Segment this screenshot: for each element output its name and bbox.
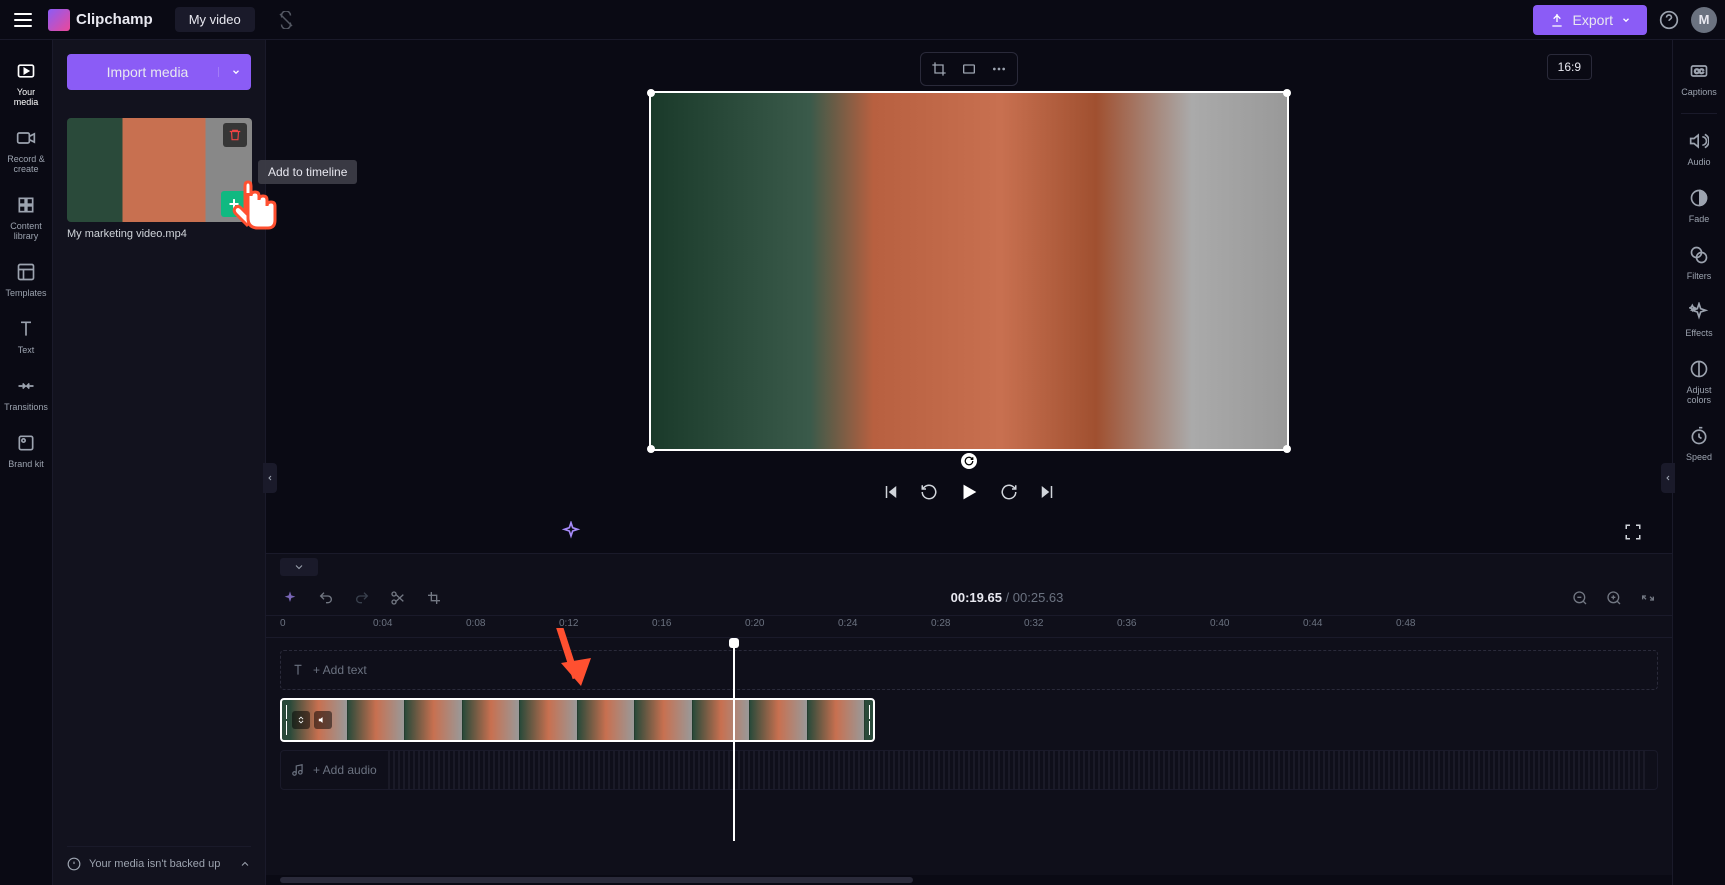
resize-handle-br[interactable] — [1283, 445, 1291, 453]
more-button[interactable] — [985, 57, 1013, 81]
resize-handle-tr[interactable] — [1283, 89, 1291, 97]
timeline-expand-button[interactable] — [280, 558, 318, 576]
sidebar-captions[interactable]: CC Captions — [1673, 50, 1725, 107]
rewind-button[interactable] — [920, 483, 938, 501]
sidebar-brand-kit[interactable]: Brand kit — [0, 422, 52, 479]
fade-icon — [1688, 187, 1710, 209]
center-area: 16:9 — [266, 40, 1672, 885]
import-dropdown[interactable] — [218, 67, 241, 77]
timeline: 00:19.65 / 00:25.63 0 0:04 0:08 0:12 0:1… — [266, 553, 1672, 885]
ai-button[interactable] — [278, 586, 302, 610]
resize-handle-bl[interactable] — [647, 445, 655, 453]
library-icon — [15, 194, 37, 216]
split-button[interactable] — [386, 586, 410, 610]
effects-toggle[interactable] — [561, 521, 581, 541]
timeline-toolbar: 00:19.65 / 00:25.63 — [266, 580, 1672, 616]
clip-handle-right[interactable] — [865, 700, 873, 740]
filters-icon — [1688, 244, 1710, 266]
clip-expand-icon[interactable] — [292, 711, 310, 729]
sidebar-effects[interactable]: Effects — [1673, 291, 1725, 348]
sync-icon[interactable] — [277, 11, 295, 29]
aspect-ratio-selector[interactable]: 16:9 — [1547, 54, 1592, 80]
zoom-in-button[interactable] — [1602, 586, 1626, 610]
timeline-scrollbar[interactable] — [266, 875, 1672, 885]
playhead[interactable] — [733, 641, 735, 841]
logo-icon — [48, 9, 70, 31]
svg-text:CC: CC — [1694, 69, 1704, 76]
sidebar-adjust-colors[interactable]: Adjust colors — [1673, 348, 1725, 415]
rotate-handle[interactable] — [961, 453, 977, 469]
transitions-icon — [15, 375, 37, 397]
clip-handle-left[interactable] — [282, 700, 290, 740]
right-sidebar: CC Captions Audio Fade Filters Effects A… — [1672, 40, 1725, 885]
playback-controls — [882, 481, 1056, 503]
crop-button[interactable] — [925, 57, 953, 81]
zoom-out-button[interactable] — [1568, 586, 1592, 610]
backup-status[interactable]: Your media isn't backed up — [67, 846, 251, 871]
crop-tool-button[interactable] — [422, 586, 446, 610]
time-display: 00:19.65 / 00:25.63 — [951, 590, 1064, 606]
timeline-tracks: + Add text — [266, 638, 1672, 875]
sidebar-speed[interactable]: Speed — [1673, 415, 1725, 472]
menu-button[interactable] — [8, 5, 38, 35]
redo-button[interactable] — [350, 586, 374, 610]
audio-icon — [1688, 130, 1710, 152]
play-button[interactable] — [958, 481, 980, 503]
effects-icon — [1688, 301, 1710, 323]
preview-area: 16:9 — [266, 40, 1672, 553]
brand-icon — [15, 432, 37, 454]
sidebar-content-library[interactable]: Content library — [0, 184, 52, 251]
zoom-fit-button[interactable] — [1636, 586, 1660, 610]
fullscreen-button[interactable] — [1624, 523, 1642, 541]
import-media-button[interactable]: Import media — [67, 54, 251, 90]
forward-button[interactable] — [1000, 483, 1018, 501]
app-logo[interactable]: Clipchamp — [48, 9, 153, 31]
help-button[interactable] — [1659, 10, 1679, 30]
record-icon — [15, 127, 37, 149]
sidebar-filters[interactable]: Filters — [1673, 234, 1725, 291]
audio-waveform — [385, 751, 1647, 789]
fit-button[interactable] — [955, 57, 983, 81]
video-title[interactable]: My video — [175, 7, 255, 32]
sidebar-text[interactable]: Text — [0, 308, 52, 365]
arrow-annotation — [416, 628, 666, 728]
sidebar-your-media[interactable]: Your media — [0, 50, 52, 117]
templates-icon — [15, 261, 37, 283]
delete-media-button[interactable] — [223, 123, 247, 147]
export-label: Export — [1573, 12, 1613, 28]
adjust-icon — [1688, 358, 1710, 380]
cursor-annotation — [223, 178, 293, 248]
text-icon — [15, 318, 37, 340]
clip-mute-icon[interactable] — [314, 711, 332, 729]
sidebar-fade[interactable]: Fade — [1673, 177, 1725, 234]
app-header: Clipchamp My video Export M — [0, 0, 1725, 40]
sidebar-templates[interactable]: Templates — [0, 251, 52, 308]
undo-button[interactable] — [314, 586, 338, 610]
video-preview[interactable] — [649, 91, 1289, 451]
media-icon — [15, 60, 37, 82]
expand-right-panel-button[interactable] — [1661, 463, 1675, 493]
speed-icon — [1688, 425, 1710, 447]
resize-handle-tl[interactable] — [647, 89, 655, 97]
skip-forward-button[interactable] — [1038, 483, 1056, 501]
skip-back-button[interactable] — [882, 483, 900, 501]
sidebar-audio[interactable]: Audio — [1673, 120, 1725, 177]
left-sidebar: Your media Record & create Content libra… — [0, 40, 53, 885]
media-panel: Import media + My marketing video.mp4 Ad… — [53, 40, 266, 885]
scrollbar-thumb[interactable] — [280, 877, 913, 883]
captions-icon: CC — [1688, 60, 1710, 82]
audio-track[interactable]: + Add audio — [280, 748, 1658, 792]
preview-toolbar — [920, 52, 1018, 86]
app-name: Clipchamp — [76, 11, 153, 28]
sidebar-record-create[interactable]: Record & create — [0, 117, 52, 184]
user-avatar[interactable]: M — [1691, 7, 1717, 33]
export-button[interactable]: Export — [1533, 5, 1647, 35]
sidebar-transitions[interactable]: Transitions — [0, 365, 52, 422]
